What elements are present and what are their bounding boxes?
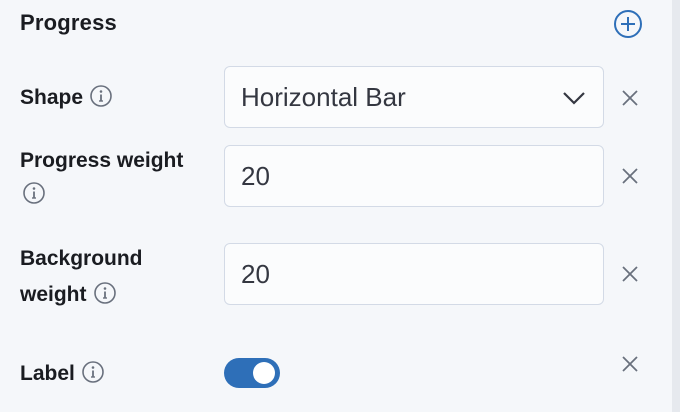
shape-select-value: Horizontal Bar	[241, 81, 406, 112]
background-weight-label-line2: weight	[20, 283, 87, 306]
background-weight-value: 20	[241, 258, 270, 289]
progress-weight-value: 20	[241, 160, 270, 191]
toggle-knob	[253, 362, 275, 384]
background-weight-label-line2-wrap: weight	[20, 277, 143, 313]
clear-shape-button[interactable]	[618, 86, 642, 110]
background-weight-label-line1: Background	[20, 247, 143, 270]
close-icon	[622, 168, 638, 184]
section-title: Progress	[20, 10, 117, 35]
info-icon[interactable]	[22, 181, 46, 205]
progress-weight-label: Progress weight	[20, 149, 184, 172]
progress-settings-panel: Progress Shape Horizontal Bar Progress w…	[0, 0, 672, 412]
clear-label-button[interactable]	[618, 352, 642, 376]
shape-label: Shape	[20, 86, 84, 109]
chevron-down-icon	[563, 92, 585, 105]
clear-progress-weight-button[interactable]	[618, 164, 642, 188]
label-row-label: Label	[20, 356, 105, 392]
add-button[interactable]	[612, 8, 644, 40]
progress-weight-input[interactable]: 20	[224, 145, 604, 207]
label-toggle-label: Label	[20, 362, 75, 385]
shape-select[interactable]: Horizontal Bar	[224, 66, 604, 128]
background-weight-input[interactable]: 20	[224, 243, 604, 305]
label-toggle-switch[interactable]	[224, 358, 280, 388]
close-icon	[622, 90, 638, 106]
info-icon[interactable]	[93, 281, 117, 305]
info-icon[interactable]	[89, 84, 113, 108]
shape-row-label: Shape	[20, 80, 113, 116]
close-icon	[622, 266, 638, 282]
close-icon	[622, 356, 638, 372]
progress-weight-row-label: Progress weight	[20, 143, 183, 205]
scrollbar-track[interactable]	[672, 0, 680, 412]
info-icon[interactable]	[81, 360, 105, 384]
plus-in-circle-icon	[614, 10, 642, 38]
clear-background-weight-button[interactable]	[618, 262, 642, 286]
background-weight-row-label: Background weight	[20, 241, 143, 313]
